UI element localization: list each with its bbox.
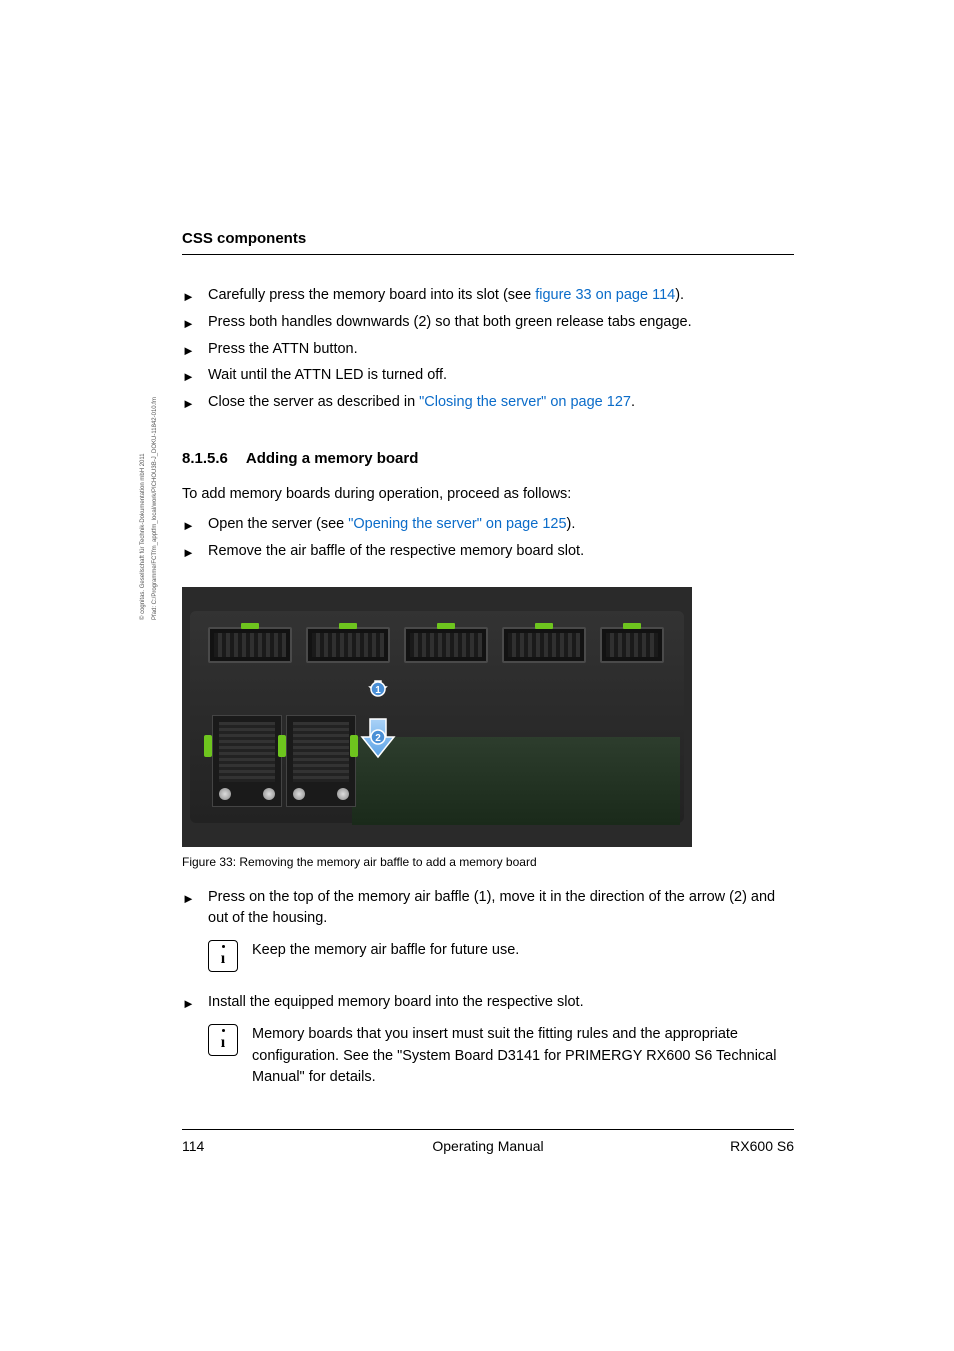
step-text: Press both handles downwards (2) so that…	[208, 312, 794, 334]
arrow-marker-1: 1	[364, 669, 392, 697]
svg-text:1: 1	[375, 685, 381, 696]
figure-caption: Figure 33: Removing the memory air baffl…	[182, 853, 692, 871]
note-text: Keep the memory air baffle for future us…	[252, 940, 519, 962]
step-text: Close the server as described in "Closin…	[208, 392, 794, 414]
info-icon: ı	[208, 940, 238, 972]
footer-center-title: Operating Manual	[432, 1136, 543, 1157]
step-text: Open the server (see "Opening the server…	[208, 514, 794, 536]
svg-text:2: 2	[375, 733, 381, 744]
section-intro: To add memory boards during operation, p…	[182, 484, 794, 506]
sidebar-copyright: © cognitas. Gesellschaft für Technik-Dok…	[140, 453, 146, 620]
section-title: Adding a memory board	[246, 448, 419, 471]
step-text: Wait until the ATTN LED is turned off.	[208, 365, 794, 387]
step-arrow-icon: ►	[182, 285, 198, 307]
info-icon: ı	[208, 1024, 238, 1056]
step-text: Press on the top of the memory air baffl…	[208, 887, 794, 931]
step-arrow-icon: ►	[182, 541, 198, 563]
link-figure-33[interactable]: figure 33 on page 114	[535, 287, 675, 303]
step-arrow-icon: ►	[182, 392, 198, 414]
link-opening-server[interactable]: "Opening the server" on page 125	[348, 516, 566, 532]
step-arrow-icon: ►	[182, 992, 198, 1014]
link-closing-server[interactable]: "Closing the server" on page 127	[419, 394, 631, 410]
step-arrow-icon: ►	[182, 514, 198, 536]
step-arrow-icon: ►	[182, 887, 198, 931]
footer-model: RX600 S6	[730, 1136, 794, 1157]
step-arrow-icon: ►	[182, 339, 198, 361]
note-text: Memory boards that you insert must suit …	[252, 1024, 794, 1089]
page-header-title: CSS components	[182, 230, 306, 247]
step-text: Press the ATTN button.	[208, 339, 794, 361]
figure-33-image: 1 2	[182, 587, 692, 847]
section-number: 8.1.5.6	[182, 448, 228, 471]
step-arrow-icon: ►	[182, 365, 198, 387]
arrow-marker-2: 2	[360, 715, 396, 763]
step-text: Remove the air baffle of the respective …	[208, 541, 794, 563]
step-arrow-icon: ►	[182, 312, 198, 334]
footer-page-number: 114	[182, 1136, 204, 1157]
sidebar-path: Pfad: C:/Programme/FCTfm_apptfm_local/wo…	[152, 397, 158, 620]
step-text: Carefully press the memory board into it…	[208, 285, 794, 307]
step-text: Install the equipped memory board into t…	[208, 992, 794, 1014]
